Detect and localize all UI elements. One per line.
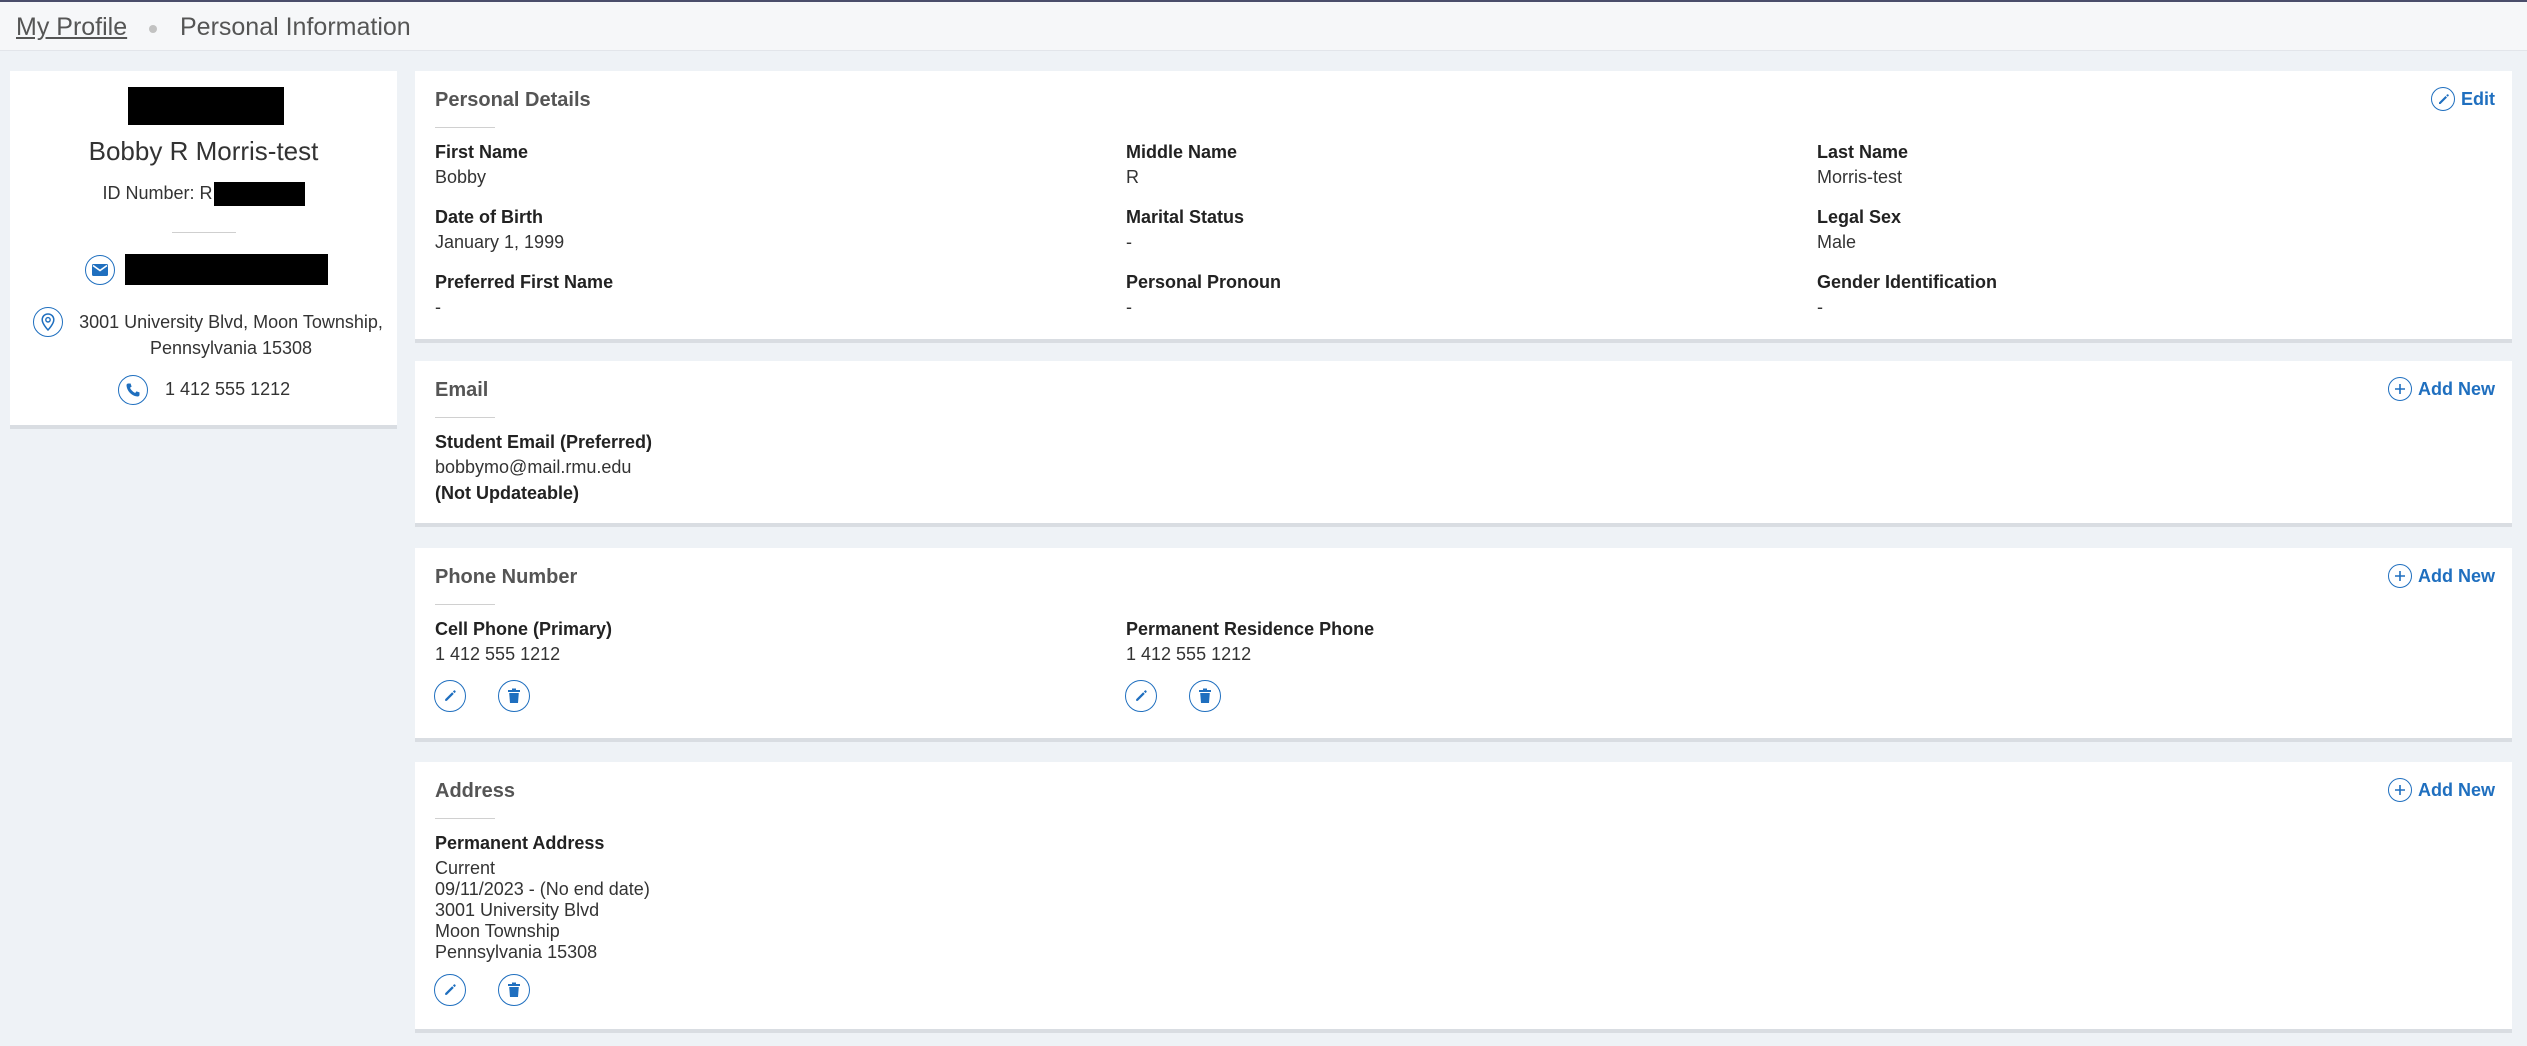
- delete-phone-button[interactable]: [1189, 680, 1221, 712]
- phone-number: 1 412 555 1212: [435, 644, 561, 664]
- field-label: Last Name: [1817, 142, 1909, 162]
- redacted-email: [125, 254, 328, 285]
- email-address: bobbymo@mail.rmu.edu: [435, 457, 632, 477]
- field-first-name: First Name Bobby: [435, 141, 528, 188]
- plus-icon: [2387, 377, 2412, 401]
- edit-phone-button[interactable]: [1125, 680, 1157, 712]
- phone-entry: Permanent Residence Phone 1 412 555 1212: [1126, 618, 1374, 665]
- section-title: Address: [435, 780, 516, 802]
- phone-type: Cell Phone (Primary): [435, 619, 613, 639]
- email-note: (Not Updateable): [435, 483, 579, 503]
- field-value: Morris-test: [1817, 167, 1902, 187]
- field-label: Legal Sex: [1817, 207, 1902, 227]
- field-value: Male: [1817, 232, 1857, 252]
- delete-address-button[interactable]: [498, 974, 530, 1006]
- add-address-button[interactable]: Add New: [2387, 778, 2495, 802]
- breadcrumb-separator: [149, 25, 157, 33]
- add-phone-button[interactable]: Add New: [2387, 564, 2495, 588]
- field-label: Date of Birth: [435, 207, 543, 227]
- mail-icon: [85, 255, 115, 285]
- trash-icon: [1198, 688, 1212, 704]
- section-underline: [435, 604, 495, 605]
- add-new-label: Add New: [2417, 378, 2495, 399]
- field-middle-name: Middle Name R: [1126, 141, 1237, 188]
- address-status: Current: [435, 858, 496, 878]
- email-type: Student Email (Preferred): [435, 432, 653, 452]
- field-value: -: [1817, 297, 1823, 317]
- pencil-icon: [1134, 689, 1148, 703]
- pencil-icon: [2431, 87, 2455, 111]
- breadcrumb-current: Personal Information: [180, 13, 411, 41]
- field-label: Gender Identification: [1817, 272, 1998, 292]
- section-title: Email: [435, 379, 489, 401]
- field-date-of-birth: Date of Birth January 1, 1999: [435, 206, 564, 253]
- edit-label: Edit: [2461, 88, 2495, 109]
- field-value: -: [1126, 232, 1132, 252]
- edit-address-button[interactable]: [434, 974, 466, 1006]
- field-label: Marital Status: [1126, 207, 1245, 227]
- pencil-icon: [443, 689, 457, 703]
- address-line3: Pennsylvania 15308: [435, 942, 598, 962]
- breadcrumb: My Profile Personal Information: [0, 2, 2527, 51]
- location-pin-icon: [33, 307, 63, 337]
- add-new-label: Add New: [2417, 779, 2495, 800]
- breadcrumb-my-profile-link[interactable]: My Profile: [16, 13, 127, 42]
- personal-details-section: Personal Details Edit First Name Bobby M…: [415, 71, 2512, 343]
- field-last-name: Last Name Morris-test: [1817, 141, 1908, 188]
- section-underline: [435, 127, 495, 128]
- redacted-photo: [128, 87, 284, 125]
- section-title: Personal Details: [435, 89, 591, 111]
- section-title: Phone Number: [435, 566, 578, 588]
- phone-entry: Cell Phone (Primary) 1 412 555 1212: [435, 618, 612, 665]
- profile-id-label: ID Number: R: [102, 182, 213, 203]
- edit-phone-button[interactable]: [434, 680, 466, 712]
- plus-icon: [2387, 778, 2412, 802]
- email-section: Email Add New Student Email (Preferred) …: [415, 361, 2512, 527]
- section-underline: [435, 417, 495, 418]
- add-email-button[interactable]: Add New: [2387, 377, 2495, 401]
- trash-icon: [507, 688, 521, 704]
- address-line1: 3001 University Blvd: [435, 900, 600, 920]
- phone-icon: [118, 375, 148, 405]
- field-legal-sex: Legal Sex Male: [1817, 206, 1901, 253]
- profile-name: Bobby R Morris-test: [88, 136, 319, 166]
- phone-number: 1 412 555 1212: [1126, 644, 1252, 664]
- field-gender-identification: Gender Identification -: [1817, 271, 1997, 318]
- field-value: R: [1126, 167, 1139, 187]
- phone-type: Permanent Residence Phone: [1126, 619, 1375, 639]
- address-section: Address Add New Permanent Address Curren…: [415, 762, 2512, 1033]
- profile-divider: [172, 232, 236, 233]
- trash-icon: [507, 982, 521, 998]
- phone-number-section: Phone Number Add New Cell Phone (Primary…: [415, 548, 2512, 742]
- address-dates: 09/11/2023 - (No end date): [435, 879, 650, 899]
- profile-address: 3001 University Blvd, Moon Township, Pen…: [70, 309, 392, 361]
- add-new-label: Add New: [2417, 565, 2495, 586]
- field-label: Middle Name: [1126, 142, 1238, 162]
- field-label: Preferred First Name: [435, 272, 614, 292]
- email-entry: Student Email (Preferred) bobbymo@mail.r…: [435, 431, 652, 504]
- field-value: -: [435, 297, 441, 317]
- field-value: January 1, 1999: [435, 232, 565, 252]
- field-value: Bobby: [435, 167, 487, 187]
- pencil-icon: [443, 983, 457, 997]
- field-personal-pronoun: Personal Pronoun -: [1126, 271, 1281, 318]
- address-entry: Permanent Address Current 09/11/2023 - (…: [435, 832, 650, 963]
- profile-address-line2: Pennsylvania 15308: [149, 338, 313, 358]
- section-underline: [435, 818, 495, 819]
- profile-summary-card: Bobby R Morris-test ID Number: R 3001 Un…: [10, 71, 397, 429]
- redacted-id: [213, 182, 305, 206]
- field-label: First Name: [435, 142, 529, 162]
- field-marital-status: Marital Status -: [1126, 206, 1244, 253]
- field-label: Personal Pronoun: [1126, 272, 1282, 292]
- address-type: Permanent Address: [435, 833, 605, 853]
- profile-id-number: ID Number: R: [10, 182, 397, 206]
- field-preferred-first-name: Preferred First Name -: [435, 271, 613, 318]
- edit-personal-details-button[interactable]: Edit: [2431, 87, 2495, 111]
- profile-address-line1: 3001 University Blvd, Moon Township,: [79, 312, 383, 332]
- profile-phone: 1 412 555 1212: [165, 379, 291, 399]
- plus-icon: [2387, 564, 2412, 588]
- delete-phone-button[interactable]: [498, 680, 530, 712]
- address-line2: Moon Township: [435, 921, 560, 941]
- field-value: -: [1126, 297, 1132, 317]
